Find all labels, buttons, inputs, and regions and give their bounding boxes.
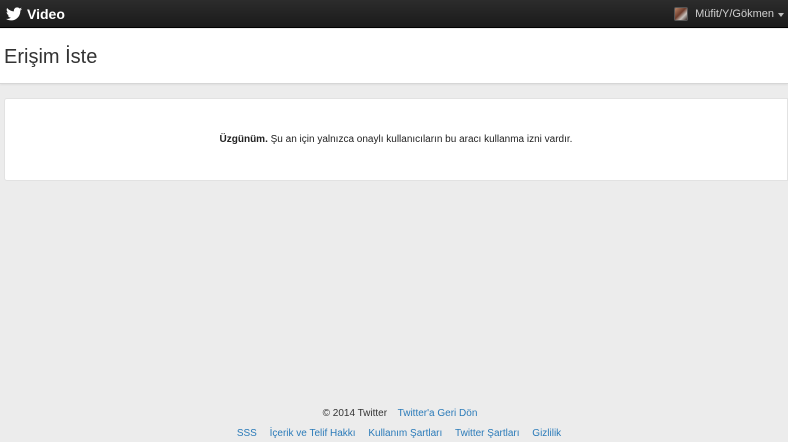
page-title: Erişim İste — [4, 46, 98, 68]
user-avatar — [674, 7, 689, 21]
twitter-bird-icon — [6, 7, 22, 21]
user-name: Müfit/Y/Gökmen — [695, 8, 774, 20]
notice-text: Üzgünüm. Şu an için yalnızca onaylı kull… — [5, 133, 787, 146]
footer-link-content-copyright[interactable]: İçerik ve Telif Hakkı — [270, 428, 356, 439]
caret-down-icon — [778, 12, 784, 17]
top-navigation-bar: Video Müfit/Y/Gökmen — [0, 0, 788, 28]
access-notice-card: Üzgünüm. Şu an için yalnızca onaylı kull… — [4, 98, 788, 181]
notice-message: Şu an için yalnızca onaylı kullanıcıları… — [267, 134, 573, 145]
notice-bold: Üzgünüm. — [219, 134, 268, 145]
footer-link-terms-of-use[interactable]: Kullanım Şartları — [368, 428, 442, 439]
brand[interactable]: Video — [6, 5, 65, 23]
copyright-text: © 2014 Twitter — [322, 408, 388, 419]
back-to-twitter-link[interactable]: Twitter'a Geri Dön — [398, 408, 478, 419]
brand-label: Video — [27, 6, 65, 22]
footer-link-privacy[interactable]: Gizlilik — [532, 428, 561, 439]
page-header: Erişim İste — [0, 29, 788, 84]
user-menu[interactable]: Müfit/Y/Gökmen — [674, 5, 784, 23]
footer-link-twitter-terms[interactable]: Twitter Şartları — [455, 428, 519, 439]
footer-link-faq[interactable]: SSS — [237, 428, 257, 439]
footer-links: SSS İçerik ve Telif Hakkı Kullanım Şartl… — [0, 427, 788, 440]
footer-copyright-row: © 2014 Twitter Twitter'a Geri Dön — [0, 407, 788, 420]
